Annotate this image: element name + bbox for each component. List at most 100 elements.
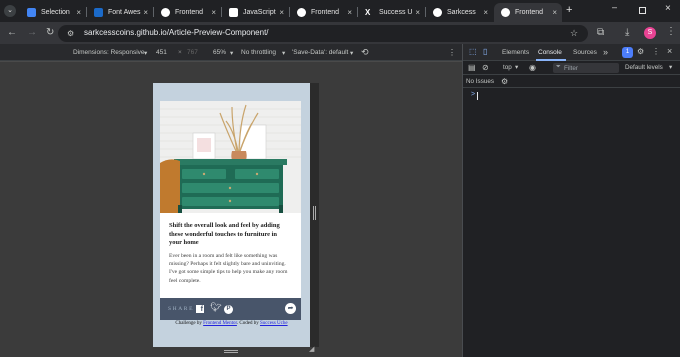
tab-label: Sarkcess xyxy=(447,9,476,16)
share-button[interactable]: ➦ xyxy=(285,303,296,314)
tab-sources[interactable]: Sources xyxy=(573,49,597,56)
tab-frontend-1[interactable]: Frontend × xyxy=(154,3,221,22)
resize-corner-icon[interactable]: ◢ xyxy=(309,345,314,353)
reload-icon[interactable]: ↻ xyxy=(46,28,54,38)
dimensions-select[interactable]: Dimensions: Responsive xyxy=(73,49,145,56)
download-icon[interactable]: ⤓ xyxy=(625,28,629,38)
site-info-icon[interactable]: ⚙ xyxy=(67,29,74,38)
height-input[interactable]: 767 xyxy=(187,49,198,56)
tab-github[interactable]: Sarkcess × xyxy=(426,3,493,22)
minimize-button[interactable]: – xyxy=(612,2,617,12)
frontend-mentor-icon xyxy=(161,8,170,17)
tab-frontend-active[interactable]: Frontend × xyxy=(494,3,562,22)
avatar[interactable]: S xyxy=(644,27,656,39)
url-text[interactable]: sarkcesscoins.github.io/Article-Preview-… xyxy=(84,28,269,37)
rotate-icon[interactable]: ⟲ xyxy=(361,47,369,58)
back-icon[interactable]: ← xyxy=(7,28,17,38)
issues-text[interactable]: No Issues xyxy=(466,78,494,85)
frontend-mentor-icon xyxy=(297,8,306,17)
flag-icon xyxy=(94,8,103,17)
eye-icon[interactable]: ◉ xyxy=(529,63,536,72)
zoom-select[interactable]: 65% xyxy=(213,49,226,56)
frontend-mentor-icon xyxy=(501,8,510,17)
tab-label: Success U xyxy=(379,9,413,16)
attribution-prefix: Challenge by xyxy=(175,321,204,326)
pinterest-icon[interactable]: P xyxy=(224,305,233,314)
tab-console[interactable]: Console xyxy=(538,49,562,56)
x-logo-icon: X xyxy=(365,8,371,17)
document-icon xyxy=(229,8,238,17)
console-cursor xyxy=(477,92,478,100)
more-options-icon[interactable]: ⋮ xyxy=(448,48,456,57)
tab-label: Selection xyxy=(41,9,70,16)
tab-label: Frontend xyxy=(311,9,340,16)
address-bar[interactable]: ⚙ sarkcesscoins.github.io/Article-Previe… xyxy=(58,25,588,42)
chevron-down-icon: ▾ xyxy=(350,50,354,57)
tab-label: JavaScript xyxy=(243,9,276,16)
github-icon xyxy=(433,8,442,17)
log-levels-select[interactable]: Default levels xyxy=(625,64,663,71)
attribution: Challenge by Frontend Mentor. Coded by S… xyxy=(153,321,310,326)
new-tab-button[interactable]: + xyxy=(566,4,572,16)
issues-bar: No Issues ⚙ xyxy=(463,75,680,88)
device-toolbar: Dimensions: Responsive ▾ 451 × 767 65% ▾… xyxy=(0,44,462,61)
close-icon[interactable]: × xyxy=(143,8,148,17)
browser-toolbar: ← → ↻ ⚙ sarkcesscoins.github.io/Article-… xyxy=(0,22,680,44)
chevron-down-icon: ▾ xyxy=(669,64,673,71)
tab-selection[interactable]: Selection × xyxy=(20,3,86,22)
settings-gear-icon[interactable]: ⚙ xyxy=(637,47,644,56)
times-label: × xyxy=(178,49,182,56)
clear-console-icon[interactable]: ⊘ xyxy=(482,63,489,72)
close-window-button[interactable]: × xyxy=(665,3,671,14)
save-data-select[interactable]: 'Save-Data': default xyxy=(292,49,348,56)
filter-placeholder: Filter xyxy=(564,64,578,72)
close-icon[interactable]: × xyxy=(552,8,557,17)
context-select[interactable]: top xyxy=(503,64,512,71)
more-menu-icon[interactable]: ⋮ xyxy=(652,47,660,56)
devtools-tabs: ⬚ ▯ Elements Console Sources » 1 ⚙ ⋮ × xyxy=(463,44,680,61)
extensions-icon[interactable]: ⧉ xyxy=(597,28,604,38)
tab-label: Frontend xyxy=(515,9,544,16)
device-toggle-icon[interactable]: ▯ xyxy=(483,47,487,56)
article-image xyxy=(160,101,301,213)
tab-search-button[interactable]: ⌄ xyxy=(4,5,16,17)
tab-label: Frontend xyxy=(175,9,204,16)
sidebar-toggle-icon[interactable]: ▤ xyxy=(468,63,476,72)
issues-badge-icon[interactable]: 1 xyxy=(622,47,633,58)
facebook-icon[interactable]: f xyxy=(196,305,204,313)
chevron-down-icon: ▾ xyxy=(230,50,234,57)
resize-handle-right[interactable] xyxy=(313,206,316,220)
article-description: Ever been in a room and felt like someth… xyxy=(169,253,288,284)
close-icon[interactable]: × xyxy=(211,8,216,17)
throttle-select[interactable]: No throttling xyxy=(241,49,276,56)
maximize-button[interactable] xyxy=(639,7,646,14)
more-tabs-icon[interactable]: » xyxy=(603,47,608,57)
bookmark-star-icon[interactable]: ☆ xyxy=(570,28,578,39)
settings-gear-icon[interactable]: ⚙ xyxy=(501,77,508,86)
close-icon[interactable]: × xyxy=(483,8,488,17)
width-input[interactable]: 451 xyxy=(156,49,167,56)
console-filter-input[interactable]: ⏷ Filter xyxy=(553,63,619,73)
frontend-mentor-link[interactable]: Frontend Mentor xyxy=(203,321,237,326)
tab-success-x[interactable]: X Success U × xyxy=(358,3,425,22)
tab-frontend-2[interactable]: Frontend × xyxy=(290,3,357,22)
close-icon[interactable]: × xyxy=(415,8,420,17)
inspect-icon[interactable]: ⬚ xyxy=(469,47,477,56)
close-icon[interactable]: × xyxy=(347,8,352,17)
close-icon[interactable]: × xyxy=(279,8,284,17)
console-prompt[interactable]: > xyxy=(471,91,475,98)
filter-icon: ⏷ xyxy=(556,64,561,70)
twitter-icon[interactable]: 🐦︎ xyxy=(210,302,221,313)
forward-icon[interactable]: → xyxy=(27,28,37,38)
tab-elements[interactable]: Elements xyxy=(502,49,529,56)
tab-javascript[interactable]: JavaScript × xyxy=(222,3,289,22)
tab-strip: ⌄ Selection × Font Awes × Frontend × Jav… xyxy=(0,0,680,22)
tab-font-awesome[interactable]: Font Awes × xyxy=(87,3,153,22)
close-icon[interactable]: × xyxy=(76,8,81,17)
author-link[interactable]: Success Uche xyxy=(260,321,288,326)
close-devtools-icon[interactable]: × xyxy=(667,46,672,56)
furniture-illustration xyxy=(160,101,301,213)
resize-handle-bottom[interactable] xyxy=(224,350,238,353)
tab-label: Font Awes xyxy=(108,9,141,16)
more-menu-icon[interactable]: ⋮ xyxy=(666,27,676,37)
